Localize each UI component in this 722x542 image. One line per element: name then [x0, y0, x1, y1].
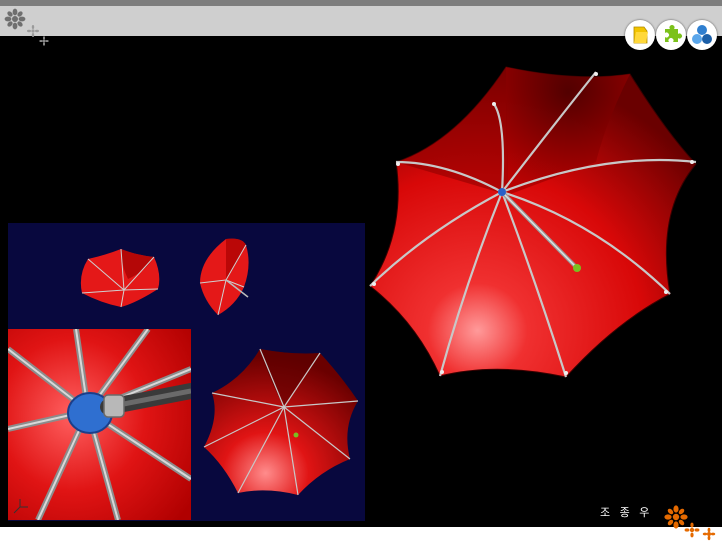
umbrella-small-view-1 [80, 248, 160, 308]
folder-button[interactable] [625, 20, 655, 50]
umbrella-top-view-image [369, 66, 697, 378]
green-puzzle-icon [665, 25, 682, 42]
blue-circles-icon [692, 25, 712, 44]
bottom-bar [0, 527, 722, 542]
yellow-folder-icon [633, 26, 648, 44]
orange-flower-decoration-icon [664, 505, 716, 541]
title-bar [0, 6, 722, 36]
umbrella-small-view-3 [203, 348, 359, 496]
umbrella-small-view-2 [199, 238, 249, 316]
umbrella-detail-closeup-image [8, 329, 191, 520]
flower-decoration-icon [4, 8, 49, 46]
circles-button[interactable] [687, 20, 717, 50]
puzzle-button[interactable] [656, 20, 686, 50]
author-caption: 조 종 우 [600, 506, 653, 519]
